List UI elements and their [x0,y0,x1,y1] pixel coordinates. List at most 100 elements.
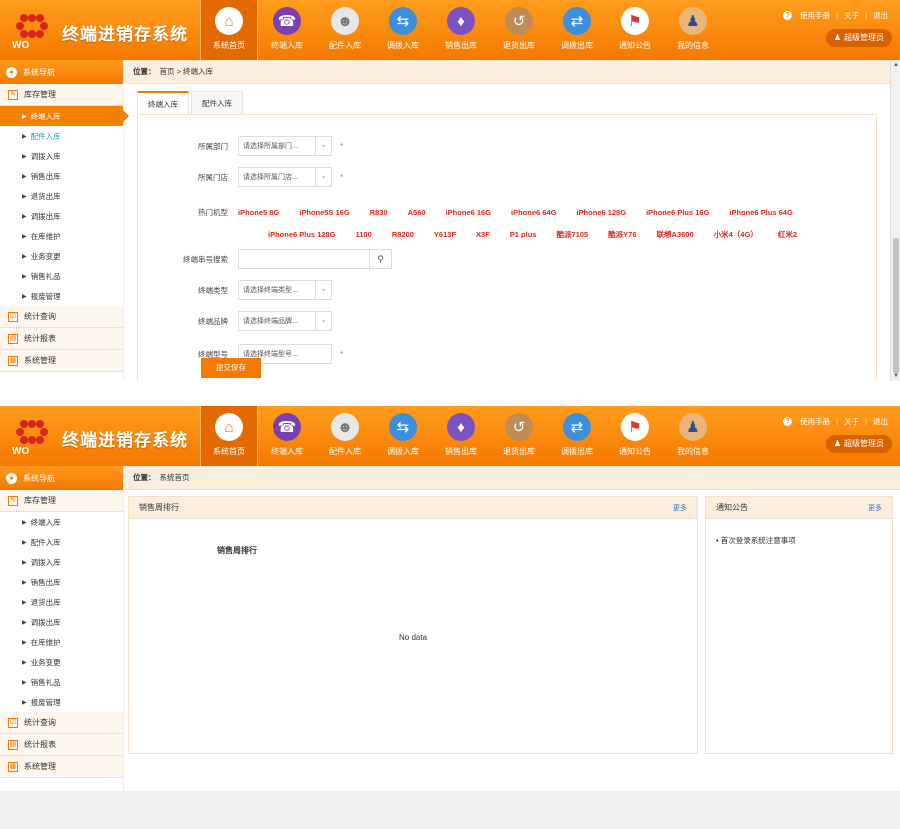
hot-model-link[interactable]: A560 [408,208,426,217]
sidebar-item[interactable]: ▶ 销售出库 [0,572,123,592]
sidebar-item[interactable]: ▶ 调拨出库 [0,206,123,226]
hot-model-link[interactable]: 红米2 [778,229,797,240]
sidebar-item[interactable]: ▶ 业务变更 [0,652,123,672]
app-logo[interactable]: WO 终端进销存系统 [10,416,200,458]
dept-select[interactable]: 请选择所属部门... ⌄ [238,136,332,156]
hot-model-link[interactable]: iPhone6 Plus 16G [646,208,709,217]
tab-terminal-inbound[interactable]: 终端入库 [137,91,189,115]
hot-model-link[interactable]: 1100 [356,230,372,239]
sidebar-group-3[interactable]: ▦ 系统管理 [0,756,123,778]
imei-search-input[interactable] [238,249,370,269]
about-link[interactable]: 关于 [844,10,859,21]
nav-item-2[interactable]: ☻ 配件入库 [316,406,374,466]
sidebar-item[interactable]: ▶ 终端入库 [0,512,123,532]
terminal-type-placeholder: 请选择终端类型... [243,287,298,294]
nav-item-8[interactable]: ♟ 我的信息 [664,406,722,466]
sidebar-item[interactable]: ▶ 业务变更 [0,246,123,266]
nav-item-4[interactable]: ♦ 销售出库 [432,406,490,466]
sidebar-item[interactable]: ▶ 调拨入库 [0,552,123,572]
breadcrumb-path[interactable]: 首页 > 终端入库 [160,66,214,77]
sidebar-group-2[interactable]: ▤ 统计报表 [0,734,123,756]
logout-link[interactable]: 退出 [873,10,888,21]
hot-model-link[interactable]: 酷派Y76 [608,229,636,240]
sidebar-group-1[interactable]: ☑ 统计查询 [0,712,123,734]
sidebar-item[interactable]: ▶ 报废管理 [0,286,123,306]
scroll-up-icon[interactable]: ▲ [891,60,900,70]
sidebar-group-1[interactable]: ☑ 统计查询 [0,306,123,328]
nav-item-8[interactable]: ♟ 我的信息 [664,0,722,60]
hot-model-link[interactable]: R8200 [392,230,414,239]
about-link[interactable]: 关于 [844,416,859,427]
nav-item-3[interactable]: ⇆ 调拨入库 [374,406,432,466]
vertical-scrollbar[interactable]: ▲ ▼ [890,60,900,381]
hot-model-link[interactable]: 小米4（4G） [714,229,758,240]
hot-model-link[interactable]: P1 plus [510,230,537,239]
logout-link[interactable]: 退出 [873,416,888,427]
nav-label: 销售出库 [445,447,477,456]
hot-model-link[interactable]: Y613F [434,230,456,239]
sidebar-item[interactable]: ▶ 在库维护 [0,226,123,246]
manual-link[interactable]: 使用手册 [800,416,830,427]
hot-model-link[interactable]: iPhone6 128G [576,208,626,217]
sidebar-item[interactable]: ▶ 退货出库 [0,186,123,206]
sidebar-item[interactable]: ▶ 销售礼品 [0,672,123,692]
nav-item-7[interactable]: ⚑ 通知公告 [606,406,664,466]
sidebar-item[interactable]: ▶ 在库维护 [0,632,123,652]
nav-item-7[interactable]: ⚑ 通知公告 [606,0,664,60]
sidebar-item[interactable]: ▶ 销售出库 [0,166,123,186]
notice-item[interactable]: • 首次登录系统注意事项 [716,535,796,546]
china-unicom-logo-icon: WO [12,420,48,456]
admin-button[interactable]: ♟ 超级管理员 [825,435,892,453]
hot-model-link[interactable]: iPhone6 64G [511,208,556,217]
sidebar-group-3[interactable]: ▦ 系统管理 [0,350,123,372]
hot-model-link[interactable]: iPhone5 8G [238,208,279,217]
nav-item-5[interactable]: ↺ 退货出库 [490,406,548,466]
hot-model-link[interactable]: iPhone6 Plus 64G [729,208,792,217]
more-link[interactable]: 更多 [673,503,687,513]
sidebar-item[interactable]: ▶ 调拨出库 [0,612,123,632]
sidebar-item[interactable]: ▶ 调拨入库 [0,146,123,166]
sidebar-item[interactable]: ▶ 销售礼品 [0,266,123,286]
hot-model-link[interactable]: iPhone6 16G [446,208,491,217]
sidebar-item[interactable]: ▶ 配件入库 [0,532,123,552]
nav-item-0[interactable]: ⌂ 系统首页 [200,406,258,466]
submit-button[interactable]: 提交保存 [201,358,261,378]
store-select[interactable]: 请选择所属门店... ⌄ [238,167,332,187]
manual-link[interactable]: 使用手册 [800,10,830,21]
search-icon[interactable]: ⚲ [370,249,392,269]
sidebar-item[interactable]: ▶ 配件入库 [0,126,123,146]
terminal-type-select[interactable]: 请选择终端类型... ⌄ [238,280,332,300]
nav-item-5[interactable]: ↺ 退货出库 [490,0,548,60]
home-icon: ⌂ [215,413,243,441]
more-link[interactable]: 更多 [868,503,882,513]
hot-model-link[interactable]: iPhone6 Plus 128G [268,230,336,239]
sidebar-group-2[interactable]: ▤ 统计报表 [0,328,123,350]
sidebar-group-0[interactable]: ✎ 库存管理 [0,84,123,106]
sidebar-item[interactable]: ▶ 退货出库 [0,592,123,612]
app-logo[interactable]: WO 终端进销存系统 [10,10,200,52]
brand-select[interactable]: 请选择终端品牌... ⌄ [238,311,332,331]
nav-item-1[interactable]: ☎ 终端入库 [258,406,316,466]
hot-models: 热门机型 iPhone5 8G iPhone5S 16G R830 A560 iPhon… [138,201,878,245]
sidebar-item-label: 报废管理 [30,697,61,707]
nav-item-6[interactable]: ⇄ 调拨出库 [548,0,606,60]
hot-model-link[interactable]: R830 [370,208,388,217]
nav-item-2[interactable]: ☻ 配件入库 [316,0,374,60]
hot-model-link[interactable]: 联想A3600 [657,229,694,240]
hot-model-link[interactable]: iPhone5S 16G [299,208,349,217]
hot-model-link[interactable]: X3F [476,230,490,239]
nav-item-6[interactable]: ⇄ 调拨出库 [548,406,606,466]
admin-button[interactable]: ♟ 超级管理员 [825,29,892,47]
nav-item-1[interactable]: ☎ 终端入库 [258,0,316,60]
breadcrumb-path[interactable]: 系统首页 [160,472,190,483]
scroll-down-icon[interactable]: ▼ [891,371,900,381]
sidebar-group-0[interactable]: ✎ 库存管理 [0,490,123,512]
tab-accessory-inbound[interactable]: 配件入库 [191,91,243,115]
scroll-thumb[interactable] [893,238,899,373]
sidebar-item[interactable]: ▶ 终端入库 [0,106,129,126]
nav-item-4[interactable]: ♦ 销售出库 [432,0,490,60]
sidebar-item[interactable]: ▶ 报废管理 [0,692,123,712]
hot-model-link[interactable]: 酷派7105 [556,229,588,240]
nav-item-0[interactable]: ⌂ 系统首页 [200,0,258,60]
nav-item-3[interactable]: ⇆ 调拨入库 [374,0,432,60]
